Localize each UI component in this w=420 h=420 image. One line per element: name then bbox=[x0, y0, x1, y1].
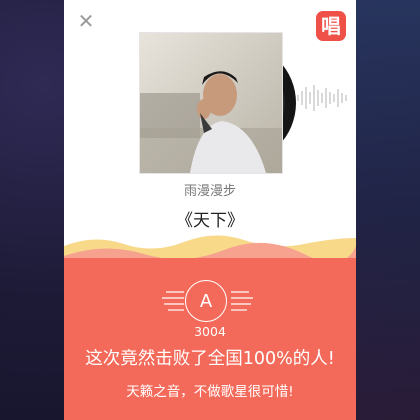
artist-name: 雨漫漫步 bbox=[183, 184, 236, 199]
audio-wave-right bbox=[297, 85, 347, 111]
decorative-lines-left bbox=[162, 291, 184, 311]
audio-wave-left bbox=[64, 80, 80, 116]
close-icon[interactable]: ✕ bbox=[75, 10, 97, 32]
app-logo-icon[interactable]: 唱 bbox=[316, 11, 346, 41]
praise-comment: 天籁之音，不做歌星很可惜! bbox=[126, 384, 294, 400]
beat-percentage-text: 这次竟然击败了全国100%的人! bbox=[85, 349, 335, 369]
background-glow bbox=[350, 0, 420, 420]
score-value: 3004 bbox=[194, 324, 226, 339]
decorative-lines-right bbox=[231, 291, 253, 311]
grade-badge: A bbox=[185, 280, 227, 322]
album-cover-photo bbox=[139, 32, 283, 174]
song-title: 《天下》 bbox=[176, 211, 244, 231]
song-result-card: ✕ 唱 雨漫漫步 《天下》 A 3004 这次竟然击败了全国100%的人! 天籁… bbox=[64, 0, 356, 420]
